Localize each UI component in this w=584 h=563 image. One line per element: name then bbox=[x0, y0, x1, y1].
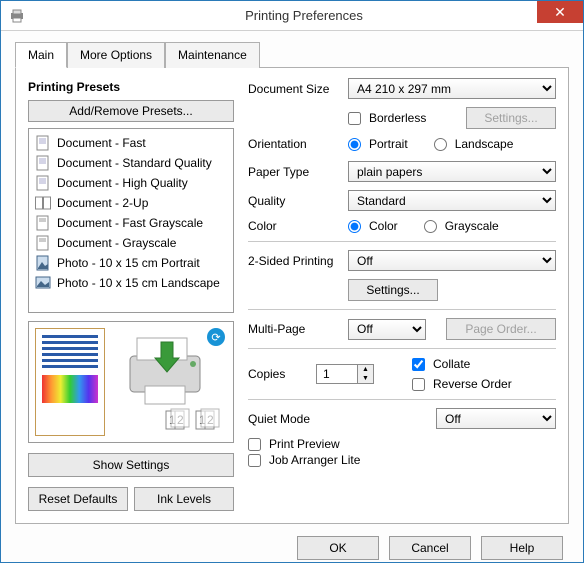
photo-portrait-icon bbox=[35, 255, 51, 271]
preset-item[interactable]: Document - Fast bbox=[33, 133, 229, 153]
preset-label: Document - Grayscale bbox=[57, 236, 176, 250]
preview-box: ⟳ 12 12 bbox=[28, 321, 234, 443]
document-gray-icon bbox=[35, 215, 51, 231]
orientation-portrait-radio[interactable]: Portrait bbox=[348, 137, 408, 151]
preset-label: Document - Standard Quality bbox=[57, 156, 212, 170]
color-label: Color bbox=[248, 219, 340, 233]
document-icon bbox=[35, 155, 51, 171]
nup-2-icon: 12 bbox=[195, 408, 221, 432]
document-icon bbox=[35, 175, 51, 191]
orientation-landscape-radio[interactable]: Landscape bbox=[434, 137, 514, 151]
color-color-radio[interactable]: Color bbox=[348, 219, 398, 233]
preset-label: Photo - 10 x 15 cm Portrait bbox=[57, 256, 200, 270]
spin-down[interactable]: ▼ bbox=[358, 374, 373, 383]
quiet-mode-label: Quiet Mode bbox=[248, 412, 428, 426]
paper-type-label: Paper Type bbox=[248, 165, 340, 179]
preset-label: Document - 2-Up bbox=[57, 196, 148, 210]
borderless-checkbox[interactable]: Borderless bbox=[348, 111, 426, 125]
borderless-label: Borderless bbox=[369, 111, 426, 125]
close-button[interactable]: ✕ bbox=[537, 1, 583, 23]
preset-label: Photo - 10 x 15 cm Landscape bbox=[57, 276, 220, 290]
duplex-select[interactable]: Off bbox=[348, 250, 556, 271]
nup-2-icon: 12 bbox=[165, 408, 191, 432]
document-gray-icon bbox=[35, 235, 51, 251]
paper-type-select[interactable]: plain papers bbox=[348, 161, 556, 182]
ink-levels-button[interactable]: Ink Levels bbox=[134, 487, 234, 511]
page-order-button: Page Order... bbox=[446, 318, 556, 340]
ok-button[interactable]: OK bbox=[297, 536, 379, 560]
copies-label: Copies bbox=[248, 367, 308, 381]
preset-item[interactable]: Document - Standard Quality bbox=[33, 153, 229, 173]
tab-maintenance[interactable]: Maintenance bbox=[165, 42, 260, 68]
copies-input[interactable] bbox=[317, 365, 357, 383]
preset-item[interactable]: Document - Fast Grayscale bbox=[33, 213, 229, 233]
copies-spinner[interactable]: ▲▼ bbox=[316, 364, 374, 384]
preset-label: Document - Fast Grayscale bbox=[57, 216, 203, 230]
preset-label: Document - Fast bbox=[57, 136, 146, 150]
page-preview bbox=[35, 328, 105, 436]
printer-illustration: ⟳ 12 12 bbox=[115, 328, 227, 436]
reverse-order-checkbox[interactable]: Reverse Order bbox=[412, 377, 512, 391]
tab-main[interactable]: Main bbox=[15, 42, 67, 68]
preset-list[interactable]: Document - Fast Document - Standard Qual… bbox=[28, 128, 234, 313]
help-button[interactable]: Help bbox=[481, 536, 563, 560]
spin-up[interactable]: ▲ bbox=[358, 365, 373, 374]
duplex-label: 2-Sided Printing bbox=[248, 254, 340, 268]
sync-icon: ⟳ bbox=[207, 328, 225, 346]
print-preview-checkbox[interactable]: Print Preview bbox=[248, 437, 340, 451]
cancel-button[interactable]: Cancel bbox=[389, 536, 471, 560]
quiet-mode-select[interactable]: Off bbox=[436, 408, 556, 429]
printer-icon bbox=[9, 9, 25, 23]
preset-item[interactable]: Photo - 10 x 15 cm Landscape bbox=[33, 273, 229, 293]
multipage-label: Multi-Page bbox=[248, 322, 340, 336]
document-2up-icon bbox=[35, 195, 51, 211]
job-arranger-checkbox[interactable]: Job Arranger Lite bbox=[248, 453, 360, 467]
quality-label: Quality bbox=[248, 194, 340, 208]
dialog-footer: OK Cancel Help bbox=[15, 536, 569, 560]
tab-more-options[interactable]: More Options bbox=[67, 42, 165, 68]
preset-item[interactable]: Document - Grayscale bbox=[33, 233, 229, 253]
tab-bar: Main More Options Maintenance bbox=[15, 41, 569, 68]
photo-landscape-icon bbox=[35, 275, 51, 291]
duplex-settings-button[interactable]: Settings... bbox=[348, 279, 438, 301]
quality-select[interactable]: Standard bbox=[348, 190, 556, 211]
preset-item[interactable]: Photo - 10 x 15 cm Portrait bbox=[33, 253, 229, 273]
multipage-select[interactable]: Off bbox=[348, 319, 426, 340]
preset-item[interactable]: Document - 2-Up bbox=[33, 193, 229, 213]
show-settings-button[interactable]: Show Settings bbox=[28, 453, 234, 477]
collate-checkbox[interactable]: Collate bbox=[412, 357, 512, 371]
borderless-settings-button: Settings... bbox=[466, 107, 556, 129]
preset-label: Document - High Quality bbox=[57, 176, 188, 190]
document-size-select[interactable]: A4 210 x 297 mm bbox=[348, 78, 556, 99]
presets-heading: Printing Presets bbox=[28, 80, 234, 94]
document-icon bbox=[35, 135, 51, 151]
preset-item[interactable]: Document - High Quality bbox=[33, 173, 229, 193]
orientation-label: Orientation bbox=[248, 137, 340, 151]
window: Printing Preferences ✕ Main More Options… bbox=[0, 0, 584, 563]
reset-defaults-button[interactable]: Reset Defaults bbox=[28, 487, 128, 511]
add-remove-presets-button[interactable]: Add/Remove Presets... bbox=[28, 100, 234, 122]
main-panel: Printing Presets Add/Remove Presets... D… bbox=[15, 68, 569, 524]
titlebar: Printing Preferences ✕ bbox=[1, 1, 583, 31]
document-size-label: Document Size bbox=[248, 82, 340, 96]
color-grayscale-radio[interactable]: Grayscale bbox=[424, 219, 499, 233]
window-title: Printing Preferences bbox=[25, 8, 583, 23]
